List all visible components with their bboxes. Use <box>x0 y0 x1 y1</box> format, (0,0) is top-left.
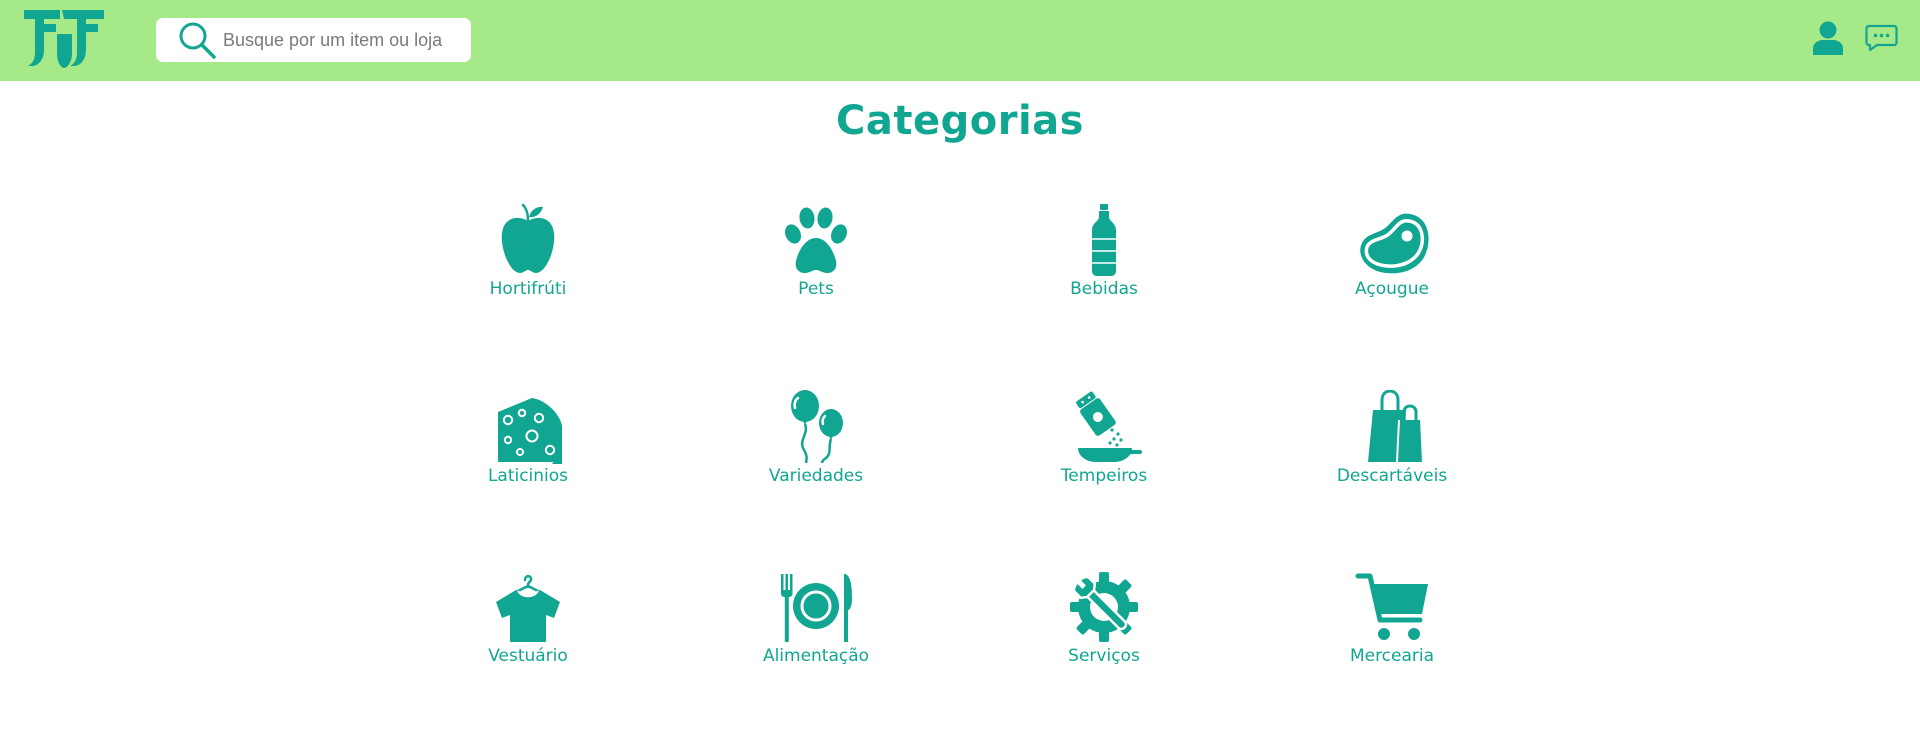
category-label: Laticinios <box>487 466 569 486</box>
category-acougue[interactable]: Açougue <box>1292 203 1492 313</box>
category-label: Hortifrúti <box>489 279 567 299</box>
paw-icon <box>784 207 848 274</box>
category-vestuario[interactable]: Vestuário <box>428 570 628 680</box>
shirt-hanger-icon <box>496 574 560 642</box>
category-descartaveis[interactable]: Descartáveis <box>1292 390 1492 500</box>
category-hortifruti[interactable]: Hortifrúti <box>428 203 628 313</box>
category-label: Bebidas <box>1070 279 1138 299</box>
category-laticinios[interactable]: Laticinios <box>428 390 628 500</box>
category-label: Açougue <box>1355 279 1429 299</box>
gear-wrench-icon <box>1070 572 1138 642</box>
plate-cutlery-icon <box>781 574 852 642</box>
salt-shaker-icon <box>1076 391 1142 462</box>
category-bebidas[interactable]: Bebidas <box>1004 203 1204 313</box>
category-mercearia[interactable]: Mercearia <box>1292 570 1492 680</box>
cheese-icon <box>498 398 562 464</box>
category-grid: Hortifrúti Pets Bebidas Açougue Laticini… <box>0 0 1920 734</box>
category-label: Tempeiros <box>1060 466 1148 486</box>
bottle-icon <box>1092 204 1116 276</box>
category-pets[interactable]: Pets <box>716 203 916 313</box>
cart-icon <box>1355 573 1428 640</box>
category-alimentacao[interactable]: Alimentação <box>716 570 916 680</box>
category-label: Descartáveis <box>1336 466 1448 486</box>
category-label: Vestuário <box>488 646 568 666</box>
apple-icon <box>501 203 555 273</box>
steak-icon <box>1360 213 1429 274</box>
shopping-bags-icon <box>1368 390 1422 463</box>
category-label: Serviços <box>1068 646 1140 666</box>
category-label: Pets <box>798 279 834 299</box>
balloons-icon <box>791 390 843 464</box>
category-servicos[interactable]: Serviços <box>1004 570 1204 680</box>
category-variedades[interactable]: Variedades <box>716 390 916 500</box>
category-label: Mercearia <box>1349 646 1435 666</box>
category-label: Variedades <box>768 466 864 486</box>
category-label: Alimentação <box>762 646 870 666</box>
category-tempeiros[interactable]: Tempeiros <box>1004 390 1204 500</box>
